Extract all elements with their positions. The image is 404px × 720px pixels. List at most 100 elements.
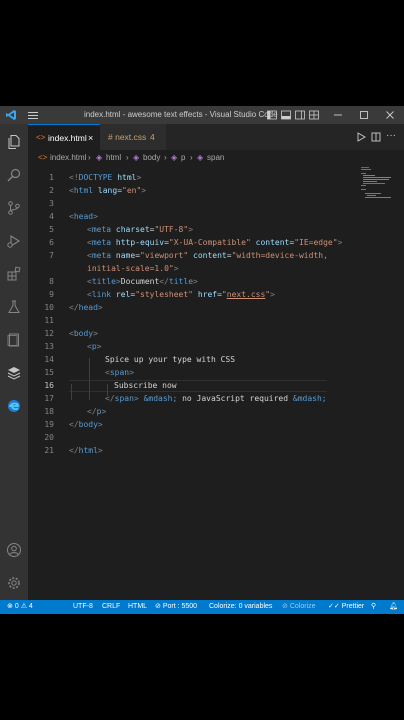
line-number: 18: [44, 407, 54, 416]
problems-indicator[interactable]: ⊗ 0 ⚠ 4: [7, 600, 33, 614]
line-number: 15: [44, 368, 54, 377]
encoding-status[interactable]: UTF-8: [73, 600, 93, 614]
stack-icon[interactable]: [6, 365, 22, 381]
run-icon[interactable]: [356, 132, 366, 142]
indent-guide: [89, 358, 90, 400]
toggle-panel-icon[interactable]: [280, 109, 292, 121]
minimize-icon[interactable]: [332, 109, 344, 121]
element-icon: ◈: [133, 153, 140, 162]
line-number: 17: [44, 394, 54, 403]
window-title: index.html - awesome text effects - Visu…: [84, 110, 278, 119]
code-line: <title>Document</title>: [87, 277, 198, 286]
colorize-label: Colorize: [289, 603, 316, 610]
tab-next-css[interactable]: # next.css 4: [100, 124, 166, 150]
menu-icon[interactable]: [27, 109, 39, 121]
prettier-label: Prettier: [341, 603, 365, 610]
line-number: 9: [49, 290, 54, 299]
error-count: 0: [14, 603, 19, 610]
tab-index-html[interactable]: <> index.html ×: [28, 124, 100, 150]
breadcrumb-item-html[interactable]: html: [106, 150, 121, 166]
code-line: </body>: [69, 420, 103, 429]
tab-label: index.html: [48, 133, 87, 143]
code-line: <link rel="stylesheet" href="next.css">: [87, 290, 275, 299]
status-bar: ⊗ 0 ⚠ 4 UTF-8 CRLF HTML ⊘ Port : 5500 Co…: [0, 600, 404, 614]
code-line: <span>: [105, 368, 134, 377]
code-line: </head>: [69, 303, 103, 312]
settings-gear-icon[interactable]: [6, 575, 22, 591]
broadcast-icon: ⊘: [155, 603, 161, 610]
more-actions-icon[interactable]: ···: [386, 124, 396, 148]
line-number: 14: [44, 355, 54, 364]
code-line: <meta http-equiv="X-UA-Compatible" conte…: [87, 238, 343, 247]
prettier-status[interactable]: ✓✓ Prettier: [328, 600, 364, 614]
title-bar: index.html - awesome text effects - Visu…: [0, 106, 404, 124]
colorize-variables-status[interactable]: Colorize: 0 variables: [209, 600, 272, 614]
minimap[interactable]: [360, 166, 396, 206]
customize-layout-icon[interactable]: [308, 109, 320, 121]
tab-label: # next.css: [108, 132, 147, 142]
edge-browser-icon[interactable]: [6, 398, 22, 414]
code-line: <meta charset="UTF-8">: [87, 225, 194, 234]
code-line: </p>: [87, 407, 107, 416]
breadcrumb-item-body[interactable]: body: [143, 150, 160, 166]
line-number: 4: [49, 212, 54, 221]
code-line: <!DOCTYPE html>: [69, 173, 142, 182]
search-icon[interactable]: [6, 167, 22, 183]
split-editor-icon[interactable]: [371, 132, 381, 142]
line-number: 20: [44, 433, 54, 442]
editor-tabs: <> index.html × # next.css 4 ···: [28, 124, 404, 150]
html-file-icon: <>: [38, 153, 48, 162]
source-control-icon[interactable]: [6, 200, 22, 216]
line-number: 7: [49, 251, 54, 260]
live-server-port[interactable]: ⊘ Port : 5500: [155, 600, 197, 614]
line-number: 8: [49, 277, 54, 286]
remote-explorer-icon[interactable]: [6, 332, 22, 348]
toggle-secondary-sidebar-icon[interactable]: [294, 109, 306, 121]
element-icon: ◈: [96, 153, 103, 162]
line-number: 5: [49, 225, 54, 234]
maximize-icon[interactable]: [358, 109, 370, 121]
line-number: 6: [49, 238, 54, 247]
breadcrumb-item-span[interactable]: span: [207, 150, 224, 166]
line-number: 2: [49, 186, 54, 195]
close-window-icon[interactable]: [384, 109, 396, 121]
html-file-icon: <>: [36, 133, 46, 142]
chevron-right-icon: ›: [88, 153, 91, 162]
line-number: 11: [44, 316, 54, 325]
vscode-window: index.html - awesome text effects - Visu…: [0, 106, 404, 614]
extensions-icon[interactable]: [6, 266, 22, 282]
chevron-right-icon: ›: [190, 153, 193, 162]
breadcrumb: <> index.html › ◈ html › ◈ body › ◈ p › …: [28, 150, 404, 166]
warning-icon: ⚠: [20, 603, 27, 610]
eol-status[interactable]: CRLF: [102, 600, 120, 614]
breadcrumb-item-p[interactable]: p: [181, 150, 185, 166]
code-line: Spice up your type with CSS: [105, 355, 236, 364]
code-line: <html lang="en">: [69, 186, 147, 195]
colorize-icon: ⊘: [282, 603, 288, 610]
port-label: Port : 5500: [162, 603, 198, 610]
line-number-current: 16: [44, 381, 54, 390]
vscode-logo-icon: [6, 110, 16, 120]
colorize-status[interactable]: ⊘ Colorize: [282, 600, 316, 614]
account-icon[interactable]: [6, 542, 22, 558]
toggle-sidebar-icon[interactable]: [266, 109, 278, 121]
explorer-icon[interactable]: [6, 134, 22, 150]
run-debug-icon[interactable]: [6, 233, 22, 249]
check-double-icon: ✓✓: [328, 603, 340, 610]
line-number: 12: [44, 329, 54, 338]
tab-problem-badge: 4: [150, 132, 155, 142]
line-number: 13: [44, 342, 54, 351]
line-number: 3: [49, 199, 54, 208]
tab-close-icon[interactable]: ×: [88, 125, 93, 151]
notifications-bell-icon[interactable]: 🔔︎: [389, 600, 398, 614]
code-line: initial-scale=1.0">: [87, 264, 179, 273]
error-icon: ⊗: [7, 603, 13, 610]
code-line: <body>: [69, 329, 98, 338]
line-number: 19: [44, 420, 54, 429]
testing-flask-icon[interactable]: [6, 299, 22, 315]
code-line: <head>: [69, 212, 98, 221]
activity-bar: [0, 124, 28, 600]
language-status[interactable]: HTML: [128, 600, 147, 614]
breadcrumb-item-file[interactable]: index.html: [50, 150, 86, 166]
feedback-icon[interactable]: ⚲: [371, 600, 376, 614]
